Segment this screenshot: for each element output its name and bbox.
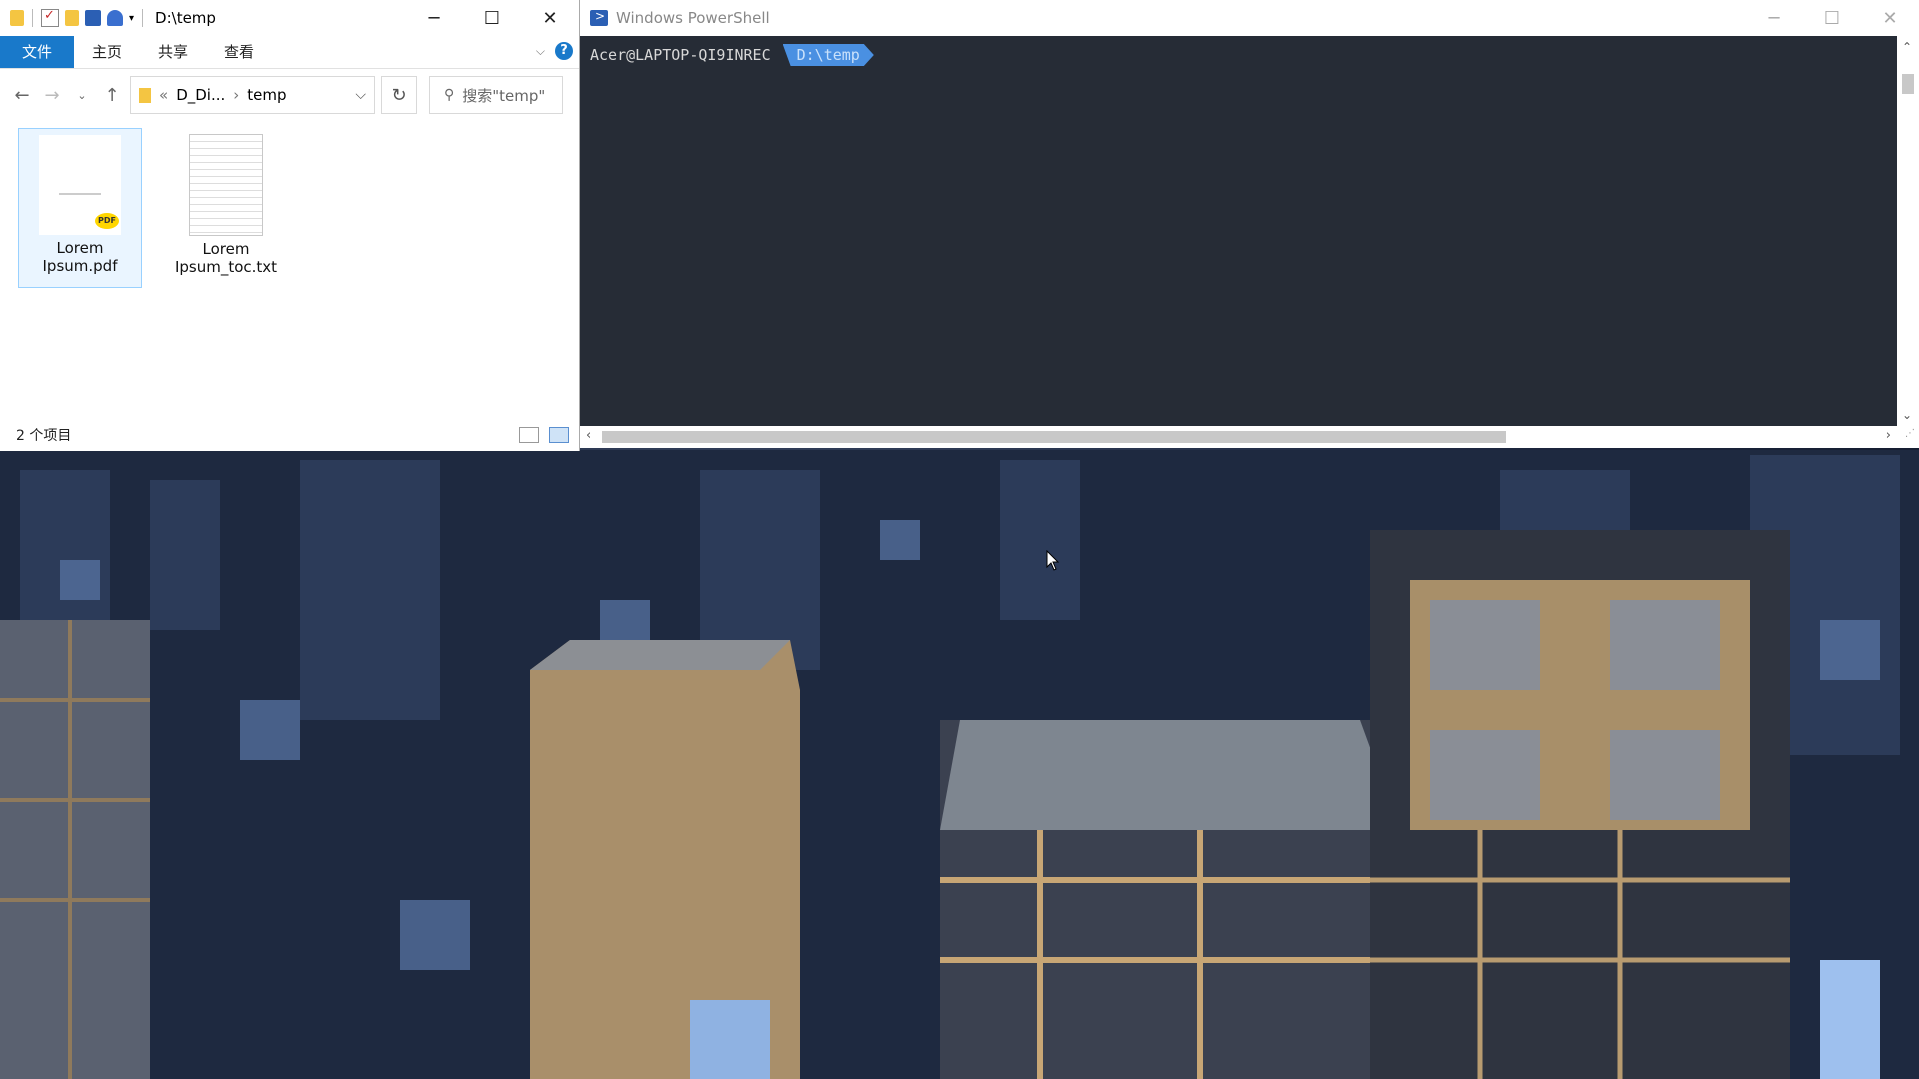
- breadcrumb-parent[interactable]: D_Di...: [176, 86, 225, 104]
- help-icon[interactable]: ?: [555, 42, 573, 60]
- breadcrumb-current[interactable]: temp: [247, 86, 286, 104]
- search-box[interactable]: ⚲ 搜索"temp": [429, 76, 563, 114]
- vertical-scrollbar[interactable]: ⌃ ⌄: [1897, 36, 1919, 426]
- tab-view[interactable]: 查看: [206, 36, 272, 68]
- quick-access-toolbar: ▾: [0, 8, 145, 27]
- file-list: PDF Lorem Ipsum.pdf Lorem Ipsum_toc.txt: [18, 128, 288, 288]
- window-controls: ─ ☐ ✕: [1745, 0, 1919, 36]
- folder-icon: [139, 87, 151, 103]
- address-overflow[interactable]: «: [159, 86, 168, 104]
- customize-toolbar-chevron-icon[interactable]: ▾: [129, 13, 134, 24]
- file-item-pdf[interactable]: PDF Lorem Ipsum.pdf: [18, 128, 142, 288]
- horizontal-scroll-thumb[interactable]: [602, 431, 1506, 443]
- file-explorer-window: ▾ D:\temp ─ ☐ ✕ 文件 主页 共享 查看 ⌵ ? ← → ⌄ ↑ …: [0, 0, 580, 451]
- item-count: 2 个项目: [16, 428, 72, 444]
- pdf-thumbnail: PDF: [39, 135, 121, 235]
- address-bar[interactable]: « D_Di... › temp ⌵: [130, 76, 375, 114]
- up-arrow-icon[interactable]: ↑: [100, 85, 124, 106]
- ribbon-right-controls: ⌵ ?: [536, 42, 573, 60]
- properties-check-icon[interactable]: [41, 8, 59, 27]
- scroll-up-chevron-icon[interactable]: ⌃: [1902, 40, 1912, 54]
- mouse-cursor-icon: [1046, 549, 1060, 576]
- scroll-left-chevron-icon[interactable]: ‹: [586, 428, 591, 443]
- explorer-titlebar: ▾ D:\temp ─ ☐ ✕: [0, 0, 579, 36]
- powershell-titlebar: Windows PowerShell ─ ☐ ✕: [580, 0, 1919, 36]
- horizontal-scrollbar[interactable]: ‹ › ⋰: [580, 426, 1919, 448]
- text-file-icon: [189, 134, 263, 236]
- terminal-output[interactable]: Acer@LAPTOP-QI9INREC D:\temp: [580, 36, 1897, 426]
- file-name: Lorem Ipsum_toc.txt: [174, 240, 278, 276]
- toolbar-separator: [32, 9, 33, 27]
- refresh-button[interactable]: ↻: [381, 76, 417, 114]
- scroll-right-chevron-icon[interactable]: ›: [1886, 428, 1891, 443]
- forward-arrow-icon[interactable]: →: [40, 85, 64, 106]
- powershell-shortcut-icon[interactable]: [85, 10, 101, 26]
- new-folder-icon[interactable]: [65, 10, 79, 26]
- search-icon: ⚲: [444, 87, 455, 103]
- file-item-txt[interactable]: Lorem Ipsum_toc.txt: [164, 128, 288, 288]
- pdf-badge-icon: PDF: [95, 213, 119, 229]
- window-title: Windows PowerShell: [616, 9, 770, 27]
- address-dropdown-chevron-icon[interactable]: ⌵: [355, 87, 366, 103]
- minimize-button[interactable]: ─: [1745, 0, 1803, 36]
- details-view-icon[interactable]: [519, 427, 539, 443]
- recent-locations-chevron-icon[interactable]: ⌄: [70, 89, 94, 102]
- expand-ribbon-chevron-icon[interactable]: ⌵: [536, 44, 545, 59]
- window-title: D:\temp: [155, 9, 216, 27]
- ribbon-tabs: 文件 主页 共享 查看 ⌵ ?: [0, 36, 579, 69]
- tab-file[interactable]: 文件: [0, 36, 75, 68]
- toolbar-separator: [142, 9, 144, 27]
- back-arrow-icon[interactable]: ←: [10, 85, 34, 106]
- powershell-icon: [590, 9, 608, 26]
- vertical-scroll-thumb[interactable]: [1902, 74, 1914, 94]
- folder-icon: [10, 10, 24, 26]
- close-button[interactable]: ✕: [1861, 0, 1919, 36]
- maximize-button[interactable]: ☐: [1803, 0, 1861, 36]
- tab-share[interactable]: 共享: [140, 36, 206, 68]
- powershell-window: Windows PowerShell ─ ☐ ✕ Acer@LAPTOP-QI9…: [580, 0, 1919, 448]
- maximize-button[interactable]: ☐: [463, 0, 521, 36]
- minimize-button[interactable]: ─: [405, 0, 463, 36]
- navigation-bar: ← → ⌄ ↑ « D_Di... › temp ⌵ ↻ ⚲ 搜索"temp": [0, 69, 579, 121]
- window-controls: ─ ☐ ✕: [405, 0, 579, 36]
- file-name: Lorem Ipsum.pdf: [42, 239, 118, 275]
- breadcrumb-separator: ›: [233, 86, 240, 104]
- user-shortcut-icon[interactable]: [107, 10, 123, 26]
- prompt-user: Acer@LAPTOP-QI9INREC: [590, 46, 771, 64]
- status-bar: 2 个项目: [0, 419, 579, 451]
- close-button[interactable]: ✕: [521, 0, 579, 36]
- terminal-prompt: Acer@LAPTOP-QI9INREC D:\temp: [590, 44, 874, 66]
- large-icons-view-icon[interactable]: [549, 427, 569, 443]
- resize-grip-icon[interactable]: ⋰: [1905, 428, 1915, 439]
- scroll-down-chevron-icon[interactable]: ⌄: [1902, 408, 1912, 422]
- view-switcher: [519, 427, 569, 443]
- search-input[interactable]: 搜索"temp": [462, 85, 545, 106]
- tab-home[interactable]: 主页: [74, 36, 140, 68]
- prompt-path: D:\temp: [783, 44, 874, 66]
